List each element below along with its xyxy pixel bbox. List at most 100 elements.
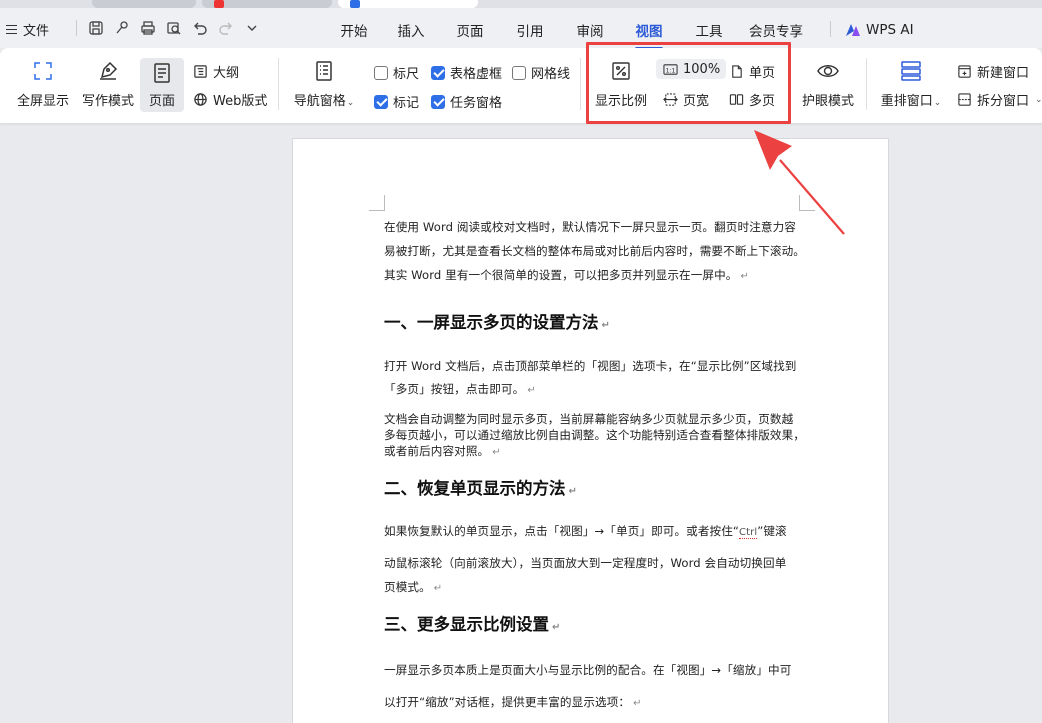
red-arrow-annotation [754,130,845,235]
split-window-icon [956,92,972,108]
outline-icon [192,64,208,80]
word-doc-icon [350,0,360,8]
page-view-button[interactable]: 页面 [140,58,184,112]
page-layout-icon [147,58,177,88]
ctrl-key-text: Ctrl [739,527,758,539]
wps-ai-icon [846,24,860,36]
ribbon-divider [278,58,279,110]
document-tab[interactable] [202,0,332,8]
tab-references[interactable]: 引用 [496,20,564,40]
eye-protection-button[interactable]: 护眼模式 [798,56,858,109]
paragraph-mark: ↵ [552,622,561,633]
tab-member[interactable]: 会员专享 [736,20,816,40]
split-window-label: 拆分窗口 [977,94,1030,109]
new-window-icon [956,64,972,80]
ruler-label: 标尺 [393,67,420,82]
paragraph-line: 其实 Word 里有一个很简单的设置，可以把多页并列显示在一屏中。 [384,268,738,282]
nav-pane-icon [309,56,339,86]
paragraph-line: ”键滚 [757,524,787,538]
print-icon[interactable] [139,19,157,37]
page-view-label: 页面 [148,94,175,109]
zoom-group-highlight [586,42,791,124]
marks-checkbox[interactable]: 标记 [374,92,419,111]
paragraph-line: 如果恢复默认的单页显示，点击「视图」→「单页」即可。或者按住“ [384,524,740,538]
chevron-down-icon[interactable] [243,19,261,37]
toolbar-divider [76,20,77,36]
paragraph-line: 动鼠标滚轮（向前滚放大），当页面放大到一定程度时，Word 会自动切换回单 [384,556,787,570]
hamburger-icon [6,22,17,36]
task-pane-label: 任务窗格 [450,96,503,111]
undo-icon[interactable] [191,19,209,37]
task-pane-check[interactable] [431,94,445,109]
file-menu-label: 文件 [23,24,50,39]
chevron-down-icon: ⌄ [933,98,942,108]
paragraph-line: 页模式。 [384,580,431,594]
format-painter-icon[interactable] [113,19,131,37]
heading-2: 二、恢复单页显示的方法 [384,479,566,498]
ribbon-divider [866,58,867,110]
web-layout-button[interactable]: Web版式 [192,90,267,109]
globe-icon [192,92,208,108]
tab-home[interactable]: 开始 [330,20,378,40]
paragraph-mark: ↵ [527,385,536,396]
table-gridlines-check[interactable] [431,65,445,80]
nav-pane-button[interactable]: 导航窗格⌄ [290,56,358,109]
heading-1: 一、一屏显示多页的设置方法 [384,313,599,332]
document-tab[interactable] [92,0,196,8]
fullscreen-button[interactable]: 全屏显示 [14,56,72,109]
paragraph-line: 或者前后内容对照。 [384,444,490,458]
paragraph-mark: ↵ [601,320,610,331]
menu-divider [830,21,831,37]
table-gridlines-checkbox[interactable]: 表格虚框 [431,63,502,82]
chevron-down-icon: ⌄ [346,98,355,108]
menu-tabs: 开始 插入 页面 引用 审阅 视图 工具 会员专享 WPS AI [330,20,914,40]
menu-bar: 文件 开始 插入 页面 引用 审阅 视图 工具 会员专享 WPS AI [0,8,1042,48]
nav-pane-label: 导航窗格 [293,94,346,109]
pen-icon [93,56,123,86]
tab-tools[interactable]: 工具 [682,20,736,40]
paragraph-mark: ↵ [633,698,642,709]
new-window-button[interactable]: 新建窗口 [956,62,1029,81]
marks-label: 标记 [393,96,420,111]
redo-icon[interactable] [217,19,235,37]
view-ribbon: 全屏显示 写作模式 页面 大纲 Web版式 导航窗格⌄ 标尺 表格虚框 网格线 … [0,48,1042,124]
tab-view[interactable]: 视图 [616,20,682,40]
paragraph-line: 多每页越小，可以通过缩放比例自由调整。这个功能特别适合查看整体排版效果， [384,428,805,442]
paragraph-mark: ↵ [433,583,443,594]
pdf-icon [214,0,224,8]
ruler-checkbox[interactable]: 标尺 [374,63,419,82]
tab-review[interactable]: 审阅 [564,20,616,40]
marks-check[interactable] [374,94,388,109]
wps-ai-button[interactable]: WPS AI [845,20,914,40]
paragraph-mark: ↵ [492,447,501,458]
save-icon[interactable] [87,19,105,37]
rearrange-icon [896,56,926,86]
fullscreen-label: 全屏显示 [16,94,69,109]
outline-button[interactable]: 大纲 [192,62,239,81]
tab-insert[interactable]: 插入 [378,20,444,40]
paragraph-line: 在使用 Word 阅读或校对文档时，默认情况下一屏只显示一页。翻页时注意力容 [384,220,796,234]
fullscreen-icon [28,56,58,86]
task-pane-checkbox[interactable]: 任务窗格 [431,92,502,111]
writing-mode-label: 写作模式 [81,94,134,109]
rearrange-windows-label: 重排窗口 [880,94,933,109]
tab-page[interactable]: 页面 [444,20,496,40]
writing-mode-button[interactable]: 写作模式 [78,56,138,109]
file-menu[interactable]: 文件 [6,20,49,39]
paragraph-line: 一屏显示多页本质上是页面大小与显示比例的配合。在「视图」→「缩放」中可 [384,663,792,677]
gridlines-check[interactable] [512,65,526,80]
print-preview-icon[interactable] [165,19,183,37]
paragraph-mark: ↵ [568,486,577,497]
wps-ai-label: WPS AI [866,22,914,38]
gridlines-checkbox[interactable]: 网格线 [512,63,570,82]
paragraph-line: 以打开“缩放”对话框，提供更丰富的显示选项： [384,695,631,709]
ribbon-divider [580,58,581,110]
new-window-label: 新建窗口 [977,66,1030,81]
paragraph-line: 文档会自动调整为同时显示多页，当前屏幕能容纳多少页就显示多少页，页数越 [384,412,794,426]
ruler-check[interactable] [374,65,388,80]
rearrange-windows-button[interactable]: 重排窗口⌄ [878,56,944,109]
split-window-button[interactable]: 拆分窗口 ⌄ [956,90,1042,109]
document-tab-active[interactable] [338,0,478,8]
paragraph-mark: ↵ [740,271,749,282]
document-tab-strip [0,0,1042,8]
